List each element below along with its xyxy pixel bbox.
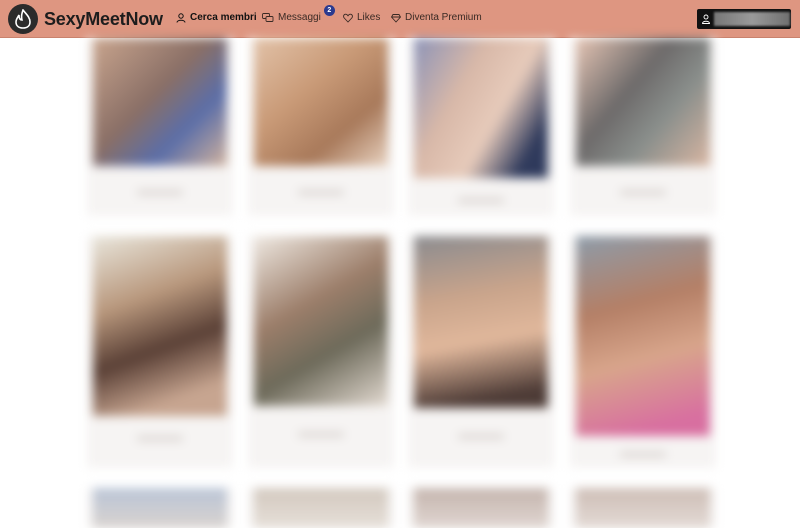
- diamond-icon: [391, 13, 401, 23]
- member-name: [137, 190, 183, 195]
- member-card[interactable]: [408, 38, 554, 216]
- flame-icon: [8, 4, 38, 34]
- member-card[interactable]: [87, 38, 233, 216]
- member-name: [458, 198, 504, 203]
- nav-premium-label: Diventa Premium: [405, 12, 482, 23]
- member-card[interactable]: [570, 488, 716, 528]
- user-icon: [702, 14, 710, 24]
- member-photo: [414, 236, 548, 408]
- user-icon: [176, 12, 186, 23]
- member-card[interactable]: [87, 236, 233, 468]
- member-photo: [93, 236, 227, 416]
- member-photo: [576, 38, 710, 166]
- member-photo: [414, 488, 548, 528]
- nav-likes[interactable]: Likes: [343, 12, 380, 23]
- member-name: [458, 434, 504, 439]
- nav-likes-label: Likes: [357, 12, 381, 23]
- member-card[interactable]: [570, 236, 716, 468]
- member-name: [620, 452, 666, 457]
- member-card[interactable]: [408, 236, 554, 468]
- member-name: [298, 432, 344, 437]
- nav-premium[interactable]: Diventa Premium: [391, 12, 482, 23]
- member-photo: [93, 38, 227, 166]
- member-card[interactable]: [248, 236, 394, 468]
- member-card[interactable]: [248, 38, 394, 216]
- member-name: [620, 190, 666, 195]
- member-photo: [254, 488, 388, 528]
- brand-name: SexyMeetNow: [44, 8, 163, 29]
- member-name: [137, 436, 183, 441]
- brand-logo[interactable]: SexyMeetNow: [8, 4, 163, 34]
- member-name: [298, 190, 344, 195]
- member-photo: [254, 236, 388, 406]
- redacted-username: [714, 12, 790, 26]
- member-photo: [254, 38, 388, 166]
- member-photo: [93, 488, 227, 528]
- chat-bubbles-icon: [262, 12, 274, 22]
- member-card[interactable]: [248, 488, 394, 528]
- member-card[interactable]: [570, 38, 716, 216]
- nav-search-members[interactable]: Cerca membri: [176, 12, 257, 23]
- nav-messages-label: Messaggi: [278, 12, 321, 23]
- member-photo: [414, 38, 548, 178]
- messages-count-badge: 2: [323, 5, 335, 16]
- top-navbar: SexyMeetNow Cerca membri Messaggi 2 Like…: [0, 0, 800, 38]
- member-card[interactable]: [408, 488, 554, 528]
- member-card[interactable]: [87, 488, 233, 528]
- heart-icon: [343, 13, 353, 23]
- member-photo: [576, 488, 710, 528]
- account-menu-button[interactable]: [697, 9, 791, 29]
- nav-messages[interactable]: Messaggi 2: [262, 5, 335, 23]
- members-grid: [85, 38, 716, 528]
- member-photo: [576, 236, 710, 436]
- nav-search-label: Cerca membri: [190, 12, 257, 23]
